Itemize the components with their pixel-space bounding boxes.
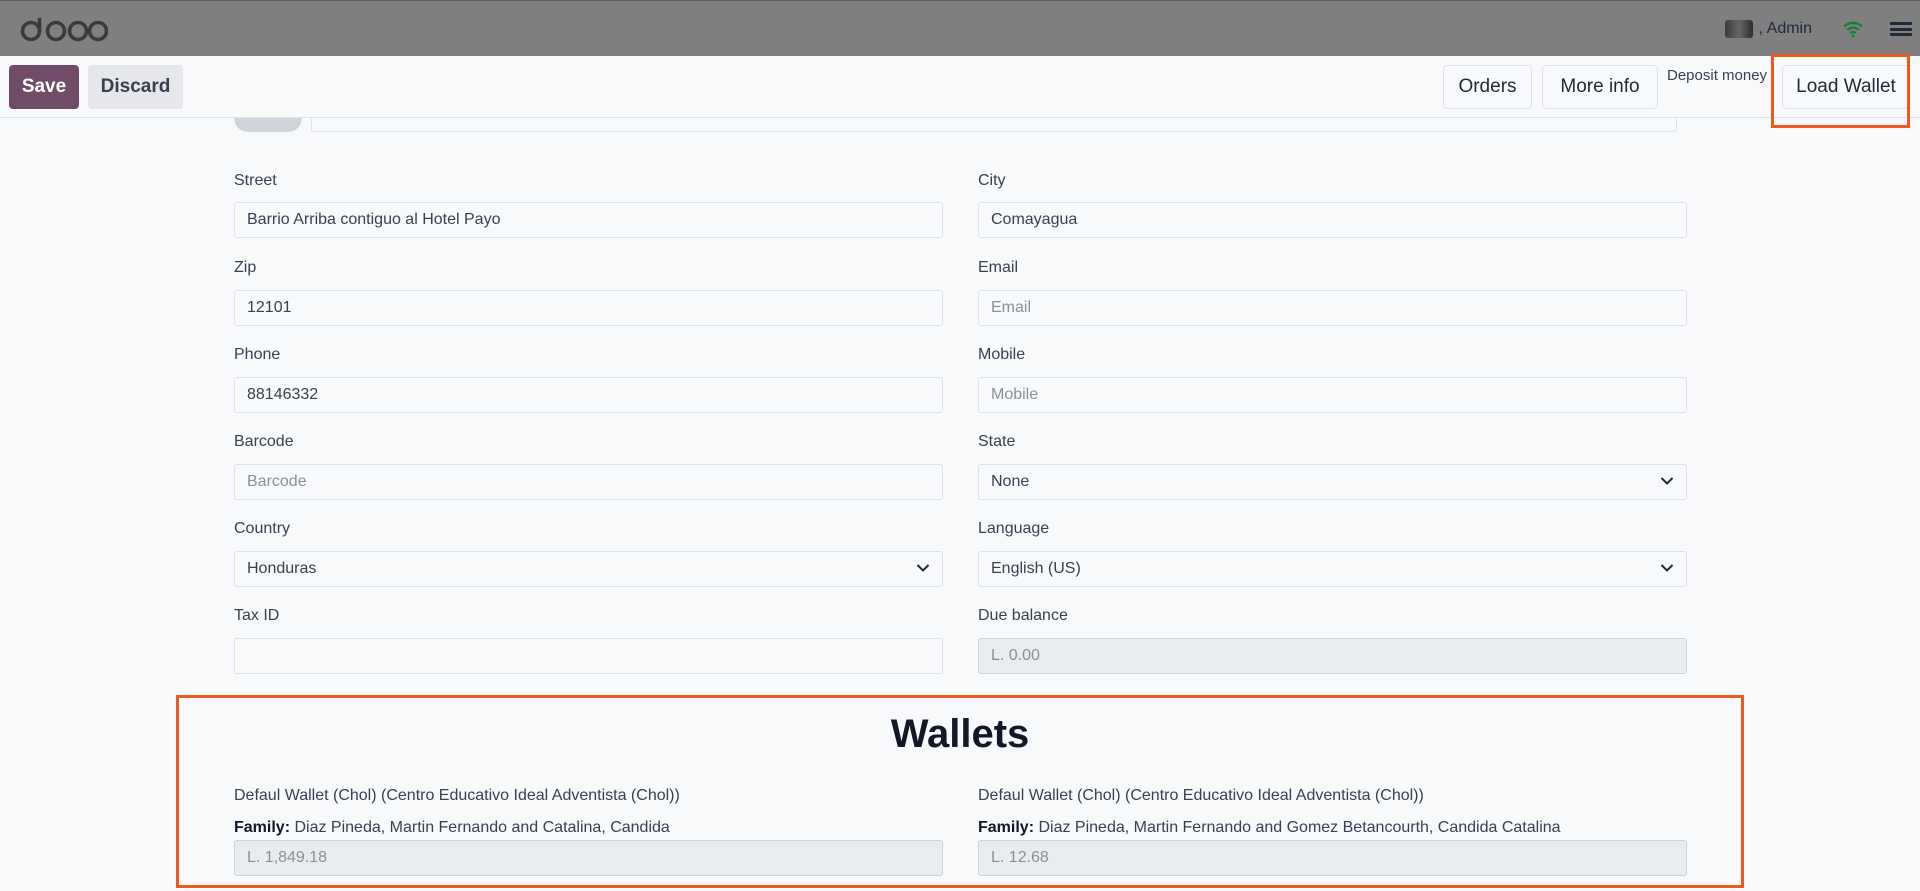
wallet-family: Family: Diaz Pineda, Martin Fernando and…	[978, 819, 1561, 837]
zip-label: Zip	[234, 259, 257, 276]
barcode-input[interactable]: Barcode	[234, 464, 943, 500]
due-balance-label: Due balance	[978, 607, 1068, 624]
highlight-load-wallet	[1771, 54, 1910, 128]
chevron-down-icon	[1660, 477, 1674, 485]
orders-button[interactable]: Orders	[1443, 65, 1532, 109]
wallet-name: Defaul Wallet (Chol) (Centro Educativo I…	[978, 787, 1424, 804]
family-label: Family:	[234, 819, 291, 836]
family-value: Diaz Pineda, Martin Fernando and Gomez B…	[1038, 819, 1561, 836]
city-input[interactable]: Comayagua	[978, 202, 1687, 238]
barcode-label: Barcode	[234, 433, 294, 450]
tax-id-label: Tax ID	[234, 607, 280, 624]
family-label: Family:	[978, 819, 1035, 836]
state-select[interactable]: None	[978, 464, 1687, 500]
language-label: Language	[978, 520, 1050, 537]
street-label: Street	[234, 172, 277, 189]
phone-input[interactable]: 88146332	[234, 377, 943, 413]
odoo-logo[interactable]	[20, 15, 109, 48]
phone-label: Phone	[234, 346, 281, 363]
wallets-title: Wallets	[890, 712, 1030, 756]
navbar-right: , Admin	[1724, 1, 1920, 57]
country-label: Country	[234, 520, 291, 537]
user-menu[interactable]: , Admin	[1724, 20, 1812, 38]
odoo-logo-icon	[20, 18, 109, 42]
hamburger-menu-icon[interactable]	[1890, 20, 1912, 38]
partner-image[interactable]	[234, 118, 302, 132]
city-label: City	[978, 172, 1006, 189]
wallet-name: Defaul Wallet (Chol) (Centro Educativo I…	[234, 787, 680, 804]
wallet-family: Family: Diaz Pineda, Martin Fernando and…	[234, 819, 670, 837]
deposit-money-link[interactable]: Deposit money	[1667, 67, 1767, 84]
country-select[interactable]: Honduras	[234, 551, 943, 587]
email-input[interactable]: Email	[978, 290, 1687, 326]
email-label: Email	[978, 259, 1019, 276]
user-name: , Admin	[1758, 20, 1812, 37]
top-navbar: , Admin	[0, 0, 1920, 56]
discard-button[interactable]: Discard	[88, 65, 183, 109]
wifi-icon	[1843, 21, 1863, 38]
avatar	[1724, 20, 1753, 38]
street-input[interactable]: Barrio Arriba contiguo al Hotel Payo	[234, 202, 943, 238]
mobile-label: Mobile	[978, 346, 1026, 363]
mobile-input[interactable]: Mobile	[978, 377, 1687, 413]
state-value: None	[991, 473, 1030, 490]
more-info-button[interactable]: More info	[1542, 65, 1658, 109]
tax-id-input[interactable]	[234, 638, 943, 674]
chevron-down-icon	[1660, 564, 1674, 572]
partner-name-field[interactable]	[311, 118, 1677, 132]
state-label: State	[978, 433, 1016, 450]
chevron-down-icon	[916, 564, 930, 572]
zip-input[interactable]: 12101	[234, 290, 943, 326]
save-button[interactable]: Save	[9, 65, 79, 109]
country-value: Honduras	[247, 560, 317, 577]
language-value: English (US)	[991, 560, 1081, 577]
due-balance-field: L. 0.00	[978, 638, 1687, 674]
control-panel: Save Discard Orders More info Deposit mo…	[0, 56, 1920, 118]
wallet-balance-field: L. 1,849.18	[234, 840, 943, 876]
wallet-balance-field: L. 12.68	[978, 840, 1687, 876]
language-select[interactable]: English (US)	[978, 551, 1687, 587]
family-value: Diaz Pineda, Martin Fernando and Catalin…	[294, 819, 670, 836]
